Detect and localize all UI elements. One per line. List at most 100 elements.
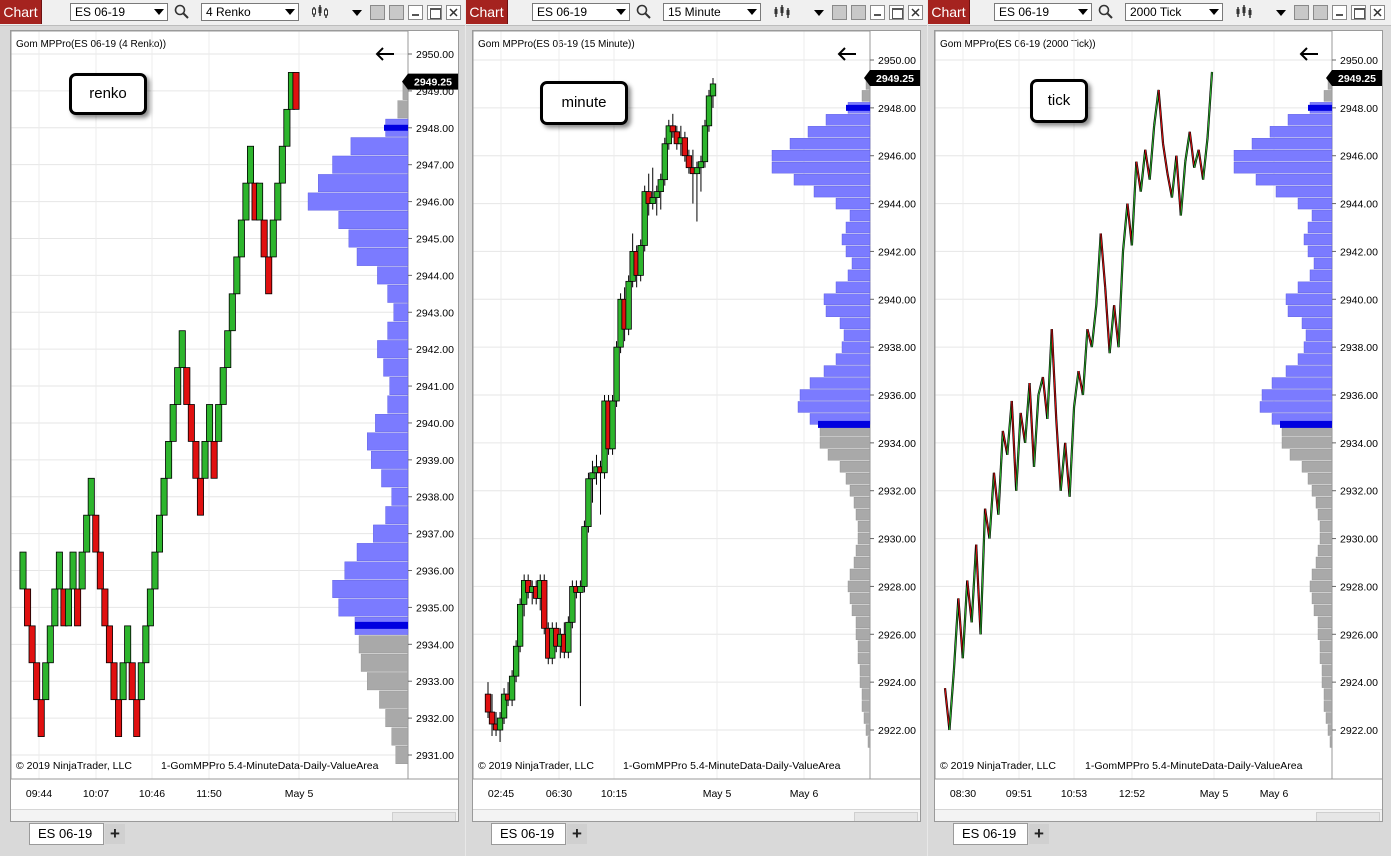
price-chart[interactable]: 2922.00 2924.00 2926.00 2928.00 2930.00 2932.… [473,31,921,822]
candle-body [508,675,516,701]
volume-profile-bar [1255,173,1333,186]
search-icon[interactable] [1097,3,1115,21]
price-segment-fill [1033,394,1039,467]
bar-type-icon[interactable] [311,3,329,21]
volume-profile-bar [1317,508,1333,521]
x-tick-label: May 5 [1200,788,1229,800]
candle-body [705,95,713,127]
toolbar-button-b[interactable] [851,5,866,20]
renko-brick [192,440,200,479]
price-segment-fill [1104,287,1111,354]
instrument-selector[interactable]: ES 06-19 [994,3,1092,21]
renko-brick [233,256,241,295]
maximize-icon[interactable] [889,5,904,20]
instrument-selector[interactable]: ES 06-19 [532,3,630,21]
renko-brick [292,72,300,110]
close-icon[interactable] [446,5,461,20]
renko-brick [219,367,227,405]
period-selector[interactable]: 4 Renko [201,3,299,21]
chart-menu-button[interactable]: Chart [466,0,508,24]
add-tab-button[interactable]: + [105,824,125,844]
y-tick-label: 2948.00 [878,103,916,115]
close-icon[interactable] [908,5,923,20]
dropdown-arrow-icon[interactable] [1276,10,1286,16]
renko-brick [196,477,204,516]
instrument-selector[interactable]: ES 06-19 [70,3,168,21]
x-tick-label: 12:52 [1119,788,1145,800]
y-tick-label: 2935.00 [416,602,454,614]
toolbar-button-b[interactable] [1313,5,1328,20]
renko-brick [19,551,27,590]
horizontal-scrollbar[interactable] [935,809,1382,821]
instrument-tab[interactable]: ES 06-19 [953,823,1028,845]
volume-profile-bar [387,321,409,340]
renko-brick [119,662,127,701]
horizontal-scrollbar[interactable] [11,809,458,821]
maximize-icon[interactable] [1351,5,1366,20]
add-tab-button[interactable]: + [1029,824,1049,844]
bar-type-icon[interactable] [1235,3,1253,21]
x-tick-label: 10:15 [601,788,627,800]
renko-brick [256,182,264,221]
minimize-icon[interactable] [408,5,423,20]
price-segment-fill [1189,131,1195,168]
search-icon[interactable] [173,3,191,21]
chart-panel[interactable]: Gom.MPPro(ES 06-19 (2000 Tick)) 2922.00 2… [934,30,1383,822]
volume-profile-bar [1321,664,1333,676]
volume-profile-bar [371,450,409,469]
y-tick-label: 2938.00 [878,342,916,354]
volume-profile-bar [855,616,871,629]
volume-profile-bar [1313,604,1333,617]
period-selector[interactable]: 15 Minute [663,3,761,21]
chart-panel[interactable]: Gom.MPPro(ES 06-19 (15 Minute)) 2922.00 2… [472,30,921,822]
back-arrow-icon[interactable] [374,46,396,62]
volume-profile-bar [845,473,871,485]
period-selector[interactable]: 2000 Tick [1125,3,1223,21]
y-tick-label: 2945.00 [416,233,454,245]
volume-profile-bar [379,690,409,709]
add-tab-button[interactable]: + [567,824,587,844]
toolbar-button-a[interactable] [370,5,385,20]
renko-brick [69,551,77,590]
volume-profile-bar [1233,150,1333,162]
chart-panel[interactable]: Gom.MPPro(ES 06-19 (4 Renko)) 2931.00 293… [10,30,459,822]
toolbar-button-b[interactable] [389,5,404,20]
horizontal-scrollbar[interactable] [473,809,920,821]
minimize-icon[interactable] [870,5,885,20]
renko-brick [74,588,82,627]
renko-brick [228,293,236,332]
search-icon[interactable] [635,3,653,21]
volume-profile-bar [1281,437,1333,449]
chart-menu-button[interactable]: Chart [0,0,42,24]
toolbar-button-a[interactable] [832,5,847,20]
instrument-tab[interactable]: ES 06-19 [491,823,566,845]
price-chart[interactable]: 2922.00 2924.00 2926.00 2928.00 2930.00 2932.… [935,31,1383,822]
volume-profile-bar [356,247,409,266]
renko-brick [242,182,250,221]
minimize-icon[interactable] [1332,5,1347,20]
maximize-icon[interactable] [427,5,442,20]
scrollbar-thumb[interactable] [854,812,918,821]
back-arrow-icon[interactable] [836,46,858,62]
renko-brick [151,551,159,590]
renko-brick [42,662,50,701]
volume-profile-bar [367,432,409,451]
price-chart[interactable]: 2931.00 2932.00 2933.00 2934.00 2935.00 2936.… [11,31,459,822]
chart-menu-button[interactable]: Chart [928,0,970,24]
renko-brick [78,551,86,590]
x-tick-label: May 6 [1260,788,1289,800]
dropdown-arrow-icon[interactable] [814,10,824,16]
instrument-tab[interactable]: ES 06-19 [29,823,104,845]
back-arrow-icon[interactable] [1298,46,1320,62]
scrollbar-thumb[interactable] [392,812,456,821]
volume-profile-bar [1297,281,1333,294]
toolbar-button-a[interactable] [1294,5,1309,20]
scrollbar-thumb[interactable] [1316,812,1380,821]
bar-type-icon[interactable] [773,3,791,21]
y-tick-label: 2944.00 [1340,199,1378,211]
close-icon[interactable] [1370,5,1385,20]
price-segment-fill [1207,71,1213,138]
dropdown-arrow-icon[interactable] [352,10,362,16]
y-tick-label: 2933.00 [416,676,454,688]
candle-body [681,137,689,157]
